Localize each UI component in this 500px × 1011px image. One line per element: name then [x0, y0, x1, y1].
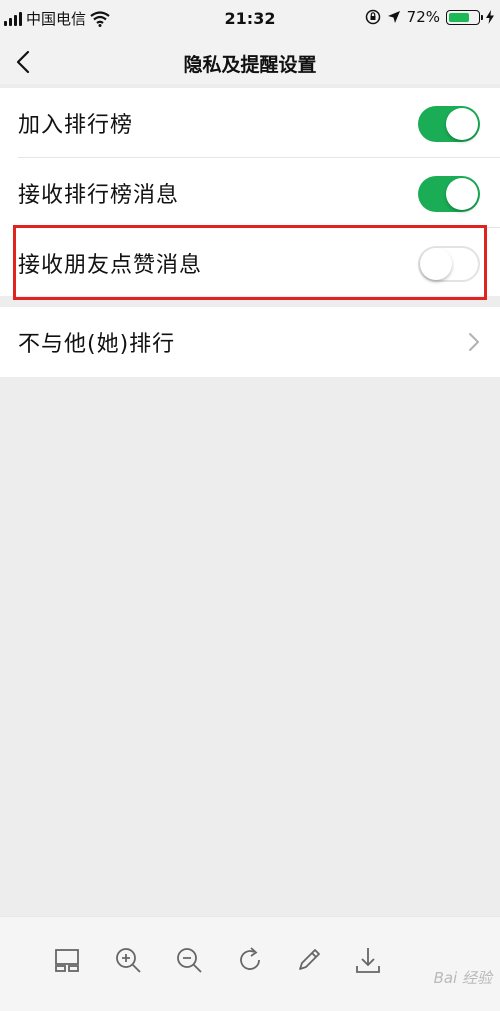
- battery-percent: 72%: [406, 8, 440, 26]
- setting-label: 接收朋友点赞消息: [18, 253, 203, 278]
- charging-icon: [486, 10, 494, 24]
- status-bar: 中国电信 21:32 72%: [0, 0, 500, 40]
- ranking-messages-toggle[interactable]: [418, 176, 480, 212]
- zoom-in-icon[interactable]: [113, 945, 143, 975]
- setting-row-like-messages[interactable]: 接收朋友点赞消息: [0, 228, 500, 298]
- settings-group: 加入排行榜 接收排行榜消息 接收朋友点赞消息: [0, 88, 500, 296]
- download-icon[interactable]: [353, 945, 383, 975]
- setting-label: 接收排行榜消息: [18, 183, 180, 208]
- setting-row-join-ranking[interactable]: 加入排行榜: [0, 88, 500, 158]
- setting-row-ranking-messages[interactable]: 接收排行榜消息: [0, 158, 500, 228]
- toggle-knob: [446, 178, 478, 210]
- battery-icon: [446, 9, 483, 25]
- setting-label: 加入排行榜: [18, 113, 134, 138]
- location-icon: [387, 11, 400, 23]
- like-messages-toggle[interactable]: [418, 246, 480, 282]
- navigation-bar: 隐私及提醒设置: [0, 40, 500, 84]
- chevron-right-icon: [469, 333, 479, 351]
- layout-icon[interactable]: [52, 945, 82, 975]
- bottom-toolbar: Bai 经验: [0, 916, 500, 1011]
- exclude-label: 不与他(她)排行: [18, 332, 176, 357]
- exclude-group: 不与他(她)排行: [0, 307, 500, 377]
- toggle-knob: [420, 248, 452, 280]
- toggle-knob: [446, 108, 478, 140]
- battery-fill: [449, 12, 470, 22]
- edit-icon[interactable]: [294, 945, 324, 975]
- join-ranking-toggle[interactable]: [418, 106, 480, 142]
- zoom-out-icon[interactable]: [174, 945, 204, 975]
- exclude-from-ranking-row[interactable]: 不与他(她)排行: [0, 307, 500, 377]
- orientation-lock-icon: [365, 9, 380, 25]
- status-right: 72%: [365, 8, 494, 26]
- watermark: Bai 经验: [433, 969, 492, 987]
- rotate-icon[interactable]: [235, 945, 265, 975]
- page-title: 隐私及提醒设置: [183, 54, 317, 76]
